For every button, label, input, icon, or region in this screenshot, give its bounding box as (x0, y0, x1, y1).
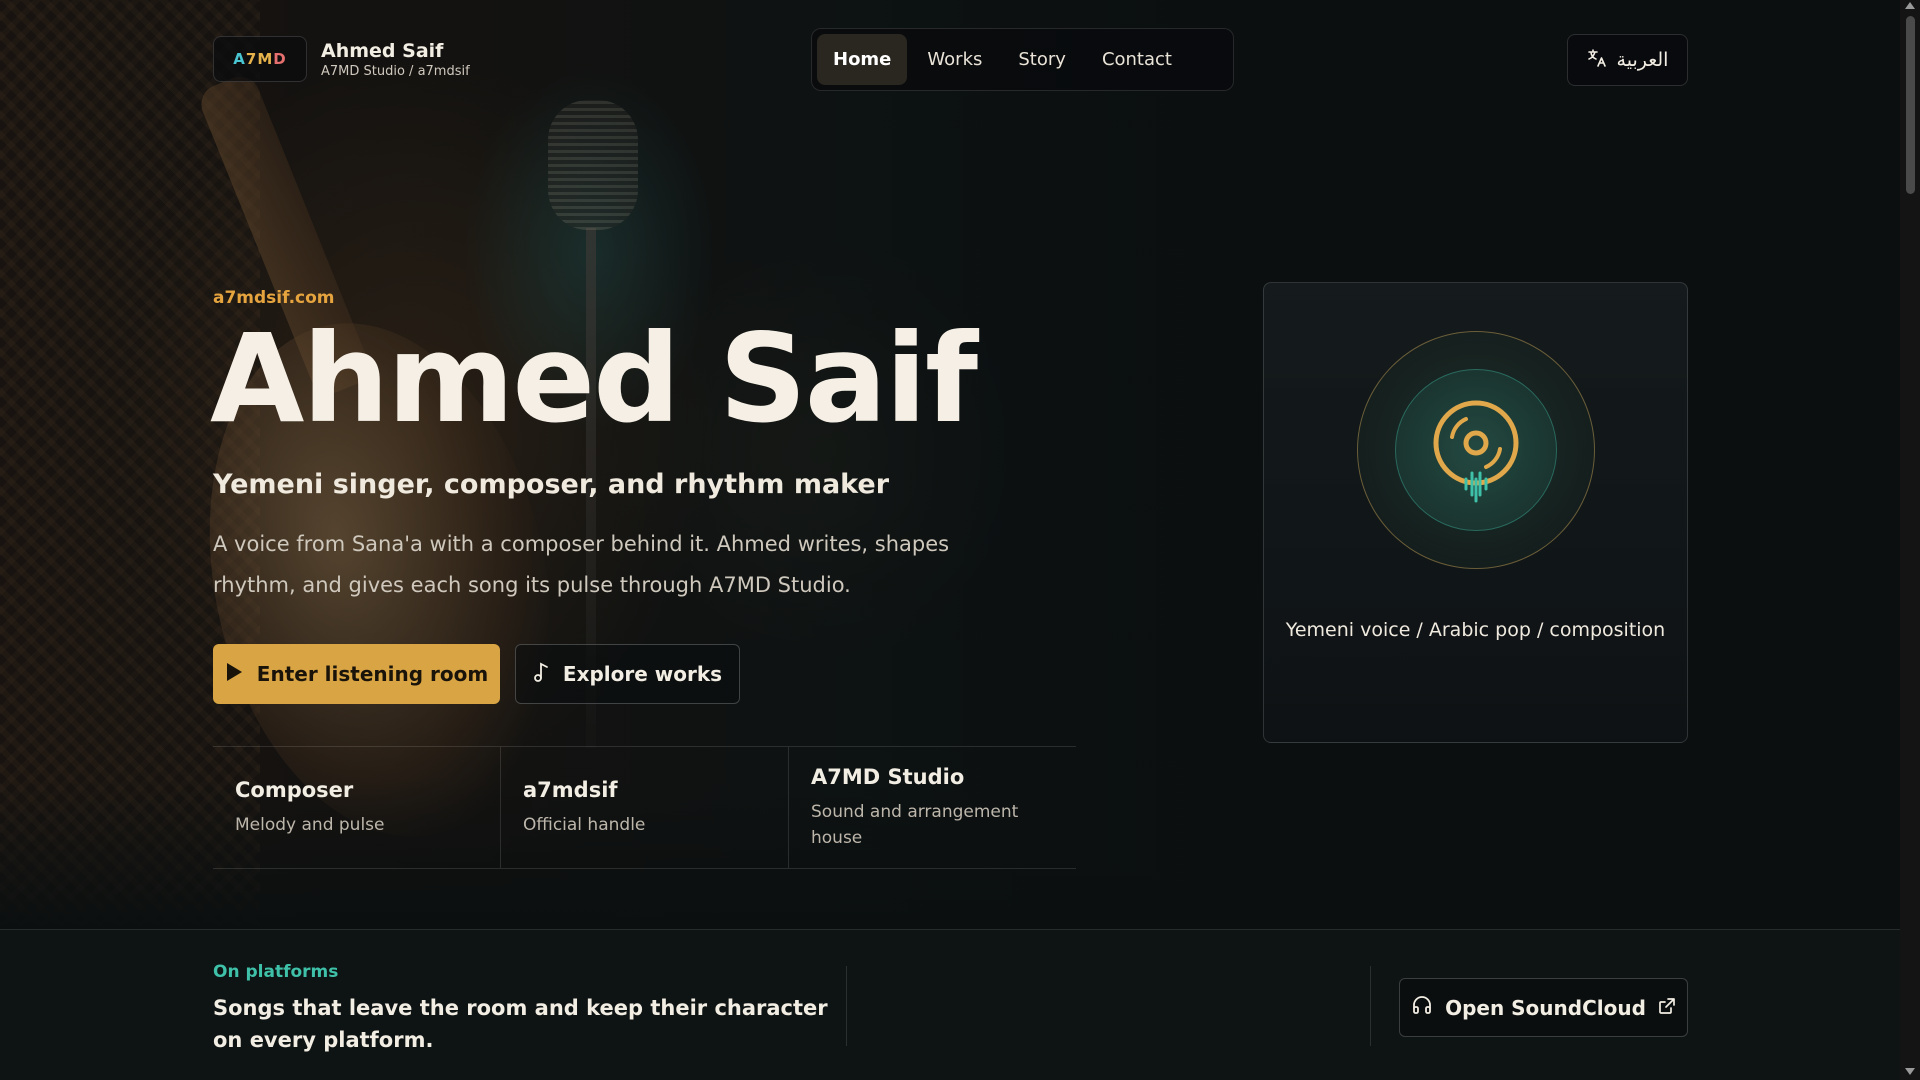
brand-subtitle: A7MD Studio / a7mdsif (321, 63, 470, 79)
stat-title: Composer (235, 777, 354, 802)
brand-name: Ahmed Saif (321, 39, 444, 62)
hero-title: Ahmed Saif (210, 308, 978, 450)
main-nav: Home Works Story Contact (811, 28, 1234, 91)
nav-home[interactable]: Home (817, 34, 908, 85)
language-label: العربية (1616, 49, 1669, 71)
stat-desc: Official handle (523, 814, 646, 835)
divider (846, 966, 847, 1046)
scrollbar-thumb[interactable] (1906, 16, 1915, 194)
platforms-label: On platforms (213, 962, 339, 982)
page-scrollbar[interactable] (1900, 0, 1920, 1080)
hero-description: A voice from Sana'a with a composer behi… (213, 532, 950, 597)
headphones-icon (1411, 994, 1433, 1021)
stat-item: A7MD Studio Sound and arrangement house (789, 747, 1076, 868)
card-caption: Yemeni voice / Arabic pop / composition (1285, 619, 1666, 641)
divider (1370, 966, 1371, 1046)
stat-item: a7mdsif Official handle (501, 747, 789, 868)
brand-text: Ahmed Saif A7MD Studio / a7mdsif (321, 40, 470, 79)
brand-logo: A7MD (213, 36, 307, 82)
language-button[interactable]: العربية (1567, 34, 1688, 86)
logo-letter: D (273, 50, 287, 68)
stat-title: a7mdsif (523, 777, 618, 802)
music-note-icon (533, 661, 551, 688)
open-soundcloud-label: Open SoundCloud (1445, 995, 1646, 1020)
translate-icon (1587, 48, 1607, 73)
stat-item: Composer Melody and pulse (213, 747, 501, 868)
explore-works-label: Explore works (562, 662, 723, 686)
logo-letter: A (233, 50, 246, 68)
scroll-up-arrow-icon[interactable] (1905, 2, 1915, 9)
platforms-text: Songs that leave the room and keep their… (213, 996, 828, 1052)
external-link-icon (1658, 996, 1676, 1020)
brand[interactable]: A7MD Ahmed Saif A7MD Studio / a7mdsif (213, 36, 470, 82)
stat-desc: Sound and arrangement house (811, 801, 1019, 848)
logo-letter: M (257, 50, 274, 68)
stat-desc: Melody and pulse (235, 814, 385, 835)
stat-title: A7MD Studio (811, 764, 965, 789)
explore-works-button[interactable]: Explore works (515, 644, 740, 704)
logo-letter: 7 (245, 50, 258, 68)
enter-listening-room-label: Enter listening room (256, 662, 489, 686)
platforms-waveform (911, 979, 1307, 1039)
stats-row: Composer Melody and pulse a7mdsif Offici… (213, 746, 1076, 869)
play-icon (225, 662, 243, 687)
hero-subtitle: Yemeni singer, composer, and rhythm make… (213, 469, 890, 500)
card-waveform (1305, 663, 1649, 717)
vinyl-disc-icon (1426, 397, 1526, 511)
enter-listening-room-button[interactable]: Enter listening room (213, 644, 500, 704)
featured-card: Yemeni voice / Arabic pop / composition (1263, 282, 1688, 743)
open-soundcloud-button[interactable]: Open SoundCloud (1399, 978, 1688, 1037)
nav-contact[interactable]: Contact (1086, 34, 1188, 85)
nav-works[interactable]: Works (911, 34, 998, 85)
platforms-band: On platforms Songs that leave the room a… (0, 929, 1900, 1080)
scroll-down-arrow-icon[interactable] (1905, 1068, 1915, 1075)
site-domain[interactable]: a7mdsif.com (213, 288, 335, 308)
nav-story[interactable]: Story (1002, 34, 1082, 85)
